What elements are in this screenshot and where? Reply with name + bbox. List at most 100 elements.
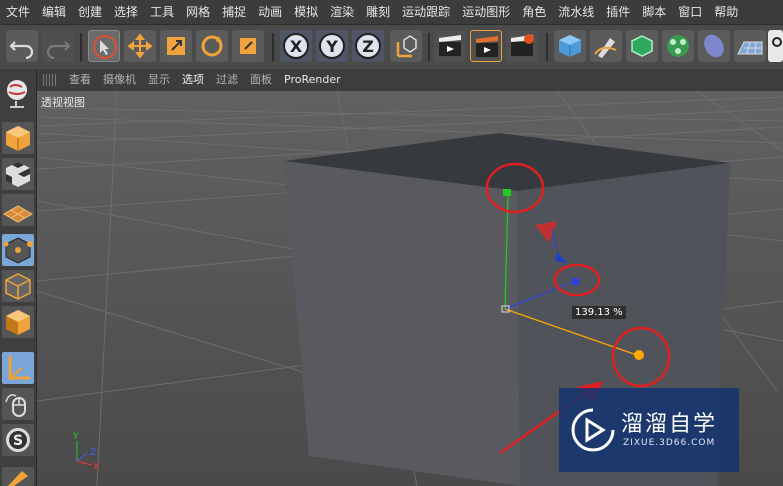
selection-tool-button[interactable] — [88, 30, 120, 62]
menu-help[interactable]: 帮助 — [708, 0, 744, 24]
edges-mode-button[interactable] — [2, 270, 34, 302]
y-axis-handle[interactable] — [503, 189, 511, 196]
svg-text:Y: Y — [325, 37, 338, 56]
menu-mograph[interactable]: 运动图形 — [456, 0, 516, 24]
viewport-menu-filter[interactable]: 过滤 — [210, 69, 244, 91]
menu-sculpt[interactable]: 雕刻 — [360, 0, 396, 24]
viewport-menu-view[interactable]: 查看 — [63, 69, 97, 91]
floor-button[interactable] — [734, 30, 766, 62]
edges-cube-icon — [5, 273, 31, 300]
z-axis-handle[interactable] — [572, 278, 579, 285]
cloner-button[interactable] — [662, 30, 694, 62]
camera-button[interactable] — [768, 30, 783, 62]
subdivision-icon — [631, 35, 653, 57]
brush-icon — [8, 471, 28, 486]
z-axis-icon: Z — [355, 33, 381, 59]
axis-icon — [8, 356, 30, 380]
menu-edit[interactable]: 编辑 — [36, 0, 72, 24]
checker-cube-icon — [6, 162, 30, 187]
polygons-cube-icon — [6, 310, 30, 335]
mode-palette: S — [0, 69, 37, 486]
snap-s-icon: S — [6, 428, 30, 452]
clapper-play-icon — [476, 36, 498, 57]
move-icon — [127, 33, 153, 59]
menu-script[interactable]: 脚本 — [636, 0, 672, 24]
mouse-icon — [5, 394, 26, 417]
x-axis-icon: X — [283, 33, 309, 59]
workplane-button[interactable] — [2, 194, 34, 226]
camera-icon — [772, 37, 782, 47]
cloner-icon — [667, 35, 689, 57]
spline-pen-button[interactable] — [590, 30, 622, 62]
snapping-button[interactable]: S — [2, 424, 34, 456]
rotate-icon — [201, 35, 223, 57]
menu-pipeline[interactable]: 流水线 — [552, 0, 600, 24]
global-view-button[interactable] — [2, 77, 34, 109]
polygons-mode-button[interactable] — [2, 306, 34, 338]
points-mode-button[interactable] — [2, 234, 34, 266]
viewport-menu-cameras[interactable]: 摄像机 — [97, 69, 142, 91]
scale-tool-button[interactable] — [160, 30, 192, 62]
deformer-button[interactable] — [698, 30, 730, 62]
cube-object-button[interactable] — [554, 30, 586, 62]
menu-motion-tracking[interactable]: 运动跟踪 — [396, 0, 456, 24]
x-axis-lock-button[interactable]: X — [280, 30, 312, 62]
axis-mode-button[interactable] — [2, 352, 34, 384]
recent-tool-button[interactable] — [232, 30, 264, 62]
menu-simulate[interactable]: 模拟 — [288, 0, 324, 24]
move-tool-button[interactable] — [124, 30, 156, 62]
render-view-button[interactable] — [434, 30, 466, 62]
rotate-tool-button[interactable] — [196, 30, 228, 62]
viewport-menu-display[interactable]: 显示 — [142, 69, 176, 91]
menu-plugins[interactable]: 插件 — [600, 0, 636, 24]
cube-icon — [559, 35, 581, 57]
tweak-mode-button[interactable] — [2, 388, 34, 420]
model-mode-button[interactable] — [2, 122, 34, 154]
menu-create[interactable]: 创建 — [72, 0, 108, 24]
clapper-gear-icon — [511, 34, 534, 56]
menu-file[interactable]: 文件 — [0, 0, 36, 24]
z-axis-lock-button[interactable]: Z — [352, 30, 384, 62]
cube-left-face — [284, 161, 520, 486]
svg-text:X: X — [290, 37, 303, 56]
x-axis-handle[interactable] — [634, 350, 644, 360]
y-axis-lock-button[interactable]: Y — [316, 30, 348, 62]
svg-text:S: S — [13, 433, 23, 449]
svg-text:Z: Z — [362, 37, 374, 56]
menu-tools[interactable]: 工具 — [144, 0, 180, 24]
coordinate-system-button[interactable] — [390, 30, 422, 62]
watermark-title: 溜溜自学 — [621, 412, 718, 437]
menu-select[interactable]: 选择 — [108, 0, 144, 24]
render-to-picture-viewer-button[interactable] — [470, 30, 502, 62]
svg-text:X: X — [93, 462, 99, 472]
menu-character[interactable]: 角色 — [516, 0, 552, 24]
brush-tool-button[interactable] — [2, 467, 34, 486]
y-axis-icon: Y — [319, 33, 345, 59]
render-settings-button[interactable] — [506, 30, 538, 62]
watermark: 溜溜自学 ZIXUE.3D66.COM — [559, 388, 739, 472]
viewport-menu-panel[interactable]: 面板 — [244, 69, 278, 91]
subdivision-surface-button[interactable] — [626, 30, 658, 62]
scale-icon — [167, 37, 185, 55]
undo-button[interactable] — [6, 30, 38, 62]
svg-text:Z: Z — [90, 448, 96, 458]
pen-icon — [594, 38, 617, 58]
viewport-menu: 查看 摄像机 显示 选项 过滤 面板 ProRender — [37, 69, 783, 91]
play-logo-icon — [571, 408, 615, 452]
menu-window[interactable]: 窗口 — [672, 0, 708, 24]
scale-small-icon — [240, 38, 256, 54]
menu-animate[interactable]: 动画 — [252, 0, 288, 24]
viewport-label: 透视视图 — [41, 96, 85, 109]
redo-icon — [46, 41, 71, 60]
menu-snap[interactable]: 捕捉 — [216, 0, 252, 24]
menu-mesh[interactable]: 网格 — [180, 0, 216, 24]
toolbar-separator — [546, 33, 548, 61]
menu-render[interactable]: 渲染 — [324, 0, 360, 24]
viewport-menu-prorender[interactable]: ProRender — [278, 69, 347, 91]
texture-mode-button[interactable] — [2, 158, 34, 190]
toolbar-separator — [272, 33, 274, 61]
drag-handle-icon[interactable] — [43, 74, 57, 86]
menu-bar: 文件 编辑 创建 选择 工具 网格 捕捉 动画 模拟 渲染 雕刻 运动跟踪 运动… — [0, 0, 783, 24]
viewport-menu-options[interactable]: 选项 — [176, 69, 210, 91]
redo-button[interactable] — [42, 30, 74, 62]
